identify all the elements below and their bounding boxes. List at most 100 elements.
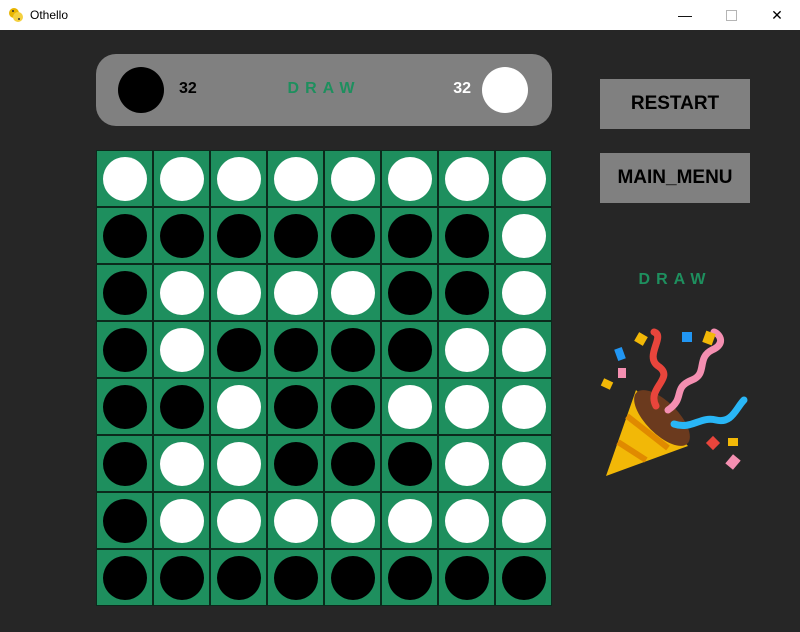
board-cell[interactable] [438, 492, 495, 549]
black-disc [102, 384, 147, 429]
black-disc [387, 270, 432, 315]
board-cell[interactable] [381, 435, 438, 492]
black-disc [273, 327, 318, 372]
board-cell[interactable] [153, 207, 210, 264]
white-disc [444, 156, 489, 201]
board-cell[interactable] [495, 549, 552, 606]
board-cell[interactable] [267, 264, 324, 321]
white-disc [216, 384, 261, 429]
board-cell[interactable] [324, 378, 381, 435]
window-title: Othello [30, 8, 69, 22]
white-disc [273, 498, 318, 543]
board-cell[interactable] [153, 549, 210, 606]
board-cell[interactable] [96, 264, 153, 321]
board-cell[interactable] [324, 264, 381, 321]
board-cell[interactable] [267, 150, 324, 207]
board-cell[interactable] [96, 207, 153, 264]
board-cell[interactable] [495, 207, 552, 264]
board-cell[interactable] [324, 207, 381, 264]
white-disc [159, 441, 204, 486]
board-cell[interactable] [96, 321, 153, 378]
board-cell[interactable] [153, 264, 210, 321]
white-disc [216, 498, 261, 543]
restart-button[interactable]: RESTART [600, 79, 750, 129]
board-cell[interactable] [438, 378, 495, 435]
board-cell[interactable] [495, 150, 552, 207]
black-disc [273, 441, 318, 486]
board-cell[interactable] [267, 492, 324, 549]
board-cell[interactable] [495, 321, 552, 378]
close-button[interactable]: ✕ [754, 0, 800, 30]
maximize-icon [725, 9, 737, 21]
board-cell[interactable] [381, 207, 438, 264]
board-cell[interactable] [324, 435, 381, 492]
white-disc [273, 270, 318, 315]
board-cell[interactable] [153, 435, 210, 492]
white-disc [330, 498, 375, 543]
main-menu-button[interactable]: MAIN_MENU [600, 153, 750, 203]
board-cell[interactable] [96, 378, 153, 435]
board-cell[interactable] [267, 378, 324, 435]
board-cell[interactable] [210, 321, 267, 378]
white-disc [159, 327, 204, 372]
black-disc [444, 270, 489, 315]
board-cell[interactable] [381, 492, 438, 549]
black-disc [273, 555, 318, 600]
black-disc [273, 384, 318, 429]
board-cell[interactable] [210, 492, 267, 549]
board-cell[interactable] [96, 150, 153, 207]
board-cell[interactable] [438, 321, 495, 378]
board-cell[interactable] [210, 150, 267, 207]
board-cell[interactable] [324, 492, 381, 549]
board-cell[interactable] [438, 207, 495, 264]
board-cell[interactable] [438, 150, 495, 207]
board-cell[interactable] [96, 435, 153, 492]
white-disc [501, 270, 546, 315]
white-disc [501, 441, 546, 486]
black-disc [102, 498, 147, 543]
board-cell[interactable] [495, 492, 552, 549]
board-cell[interactable] [96, 549, 153, 606]
board-cell[interactable] [210, 378, 267, 435]
board-cell[interactable] [381, 378, 438, 435]
board-cell[interactable] [381, 150, 438, 207]
board-cell[interactable] [210, 435, 267, 492]
board-cell[interactable] [267, 549, 324, 606]
board-cell[interactable] [438, 435, 495, 492]
board-cell[interactable] [210, 207, 267, 264]
window-controls: — ✕ [662, 0, 800, 30]
minimize-button[interactable]: — [662, 0, 708, 30]
board-cell[interactable] [210, 549, 267, 606]
white-disc [501, 156, 546, 201]
board-cell[interactable] [495, 378, 552, 435]
board-cell[interactable] [324, 150, 381, 207]
board-cell[interactable] [324, 549, 381, 606]
board-cell[interactable] [495, 435, 552, 492]
board-cell[interactable] [153, 378, 210, 435]
board-cell[interactable] [438, 549, 495, 606]
board-cell[interactable] [324, 321, 381, 378]
board-cell[interactable] [438, 264, 495, 321]
board-cell[interactable] [267, 321, 324, 378]
board-cell[interactable] [381, 549, 438, 606]
board-cell[interactable] [381, 321, 438, 378]
board-cell[interactable] [153, 321, 210, 378]
board-cell[interactable] [267, 435, 324, 492]
white-disc [387, 384, 432, 429]
othello-board[interactable] [96, 150, 552, 606]
board-cell[interactable] [96, 492, 153, 549]
board-cell[interactable] [153, 150, 210, 207]
board-cell[interactable] [381, 264, 438, 321]
white-disc [444, 441, 489, 486]
black-disc [102, 213, 147, 258]
board-cell[interactable] [210, 264, 267, 321]
white-disc [159, 270, 204, 315]
black-disc [273, 213, 318, 258]
board-cell[interactable] [153, 492, 210, 549]
board-cell[interactable] [495, 264, 552, 321]
white-disc [387, 156, 432, 201]
white-disc [273, 156, 318, 201]
black-disc [102, 327, 147, 372]
maximize-button[interactable] [708, 0, 754, 30]
board-cell[interactable] [267, 207, 324, 264]
